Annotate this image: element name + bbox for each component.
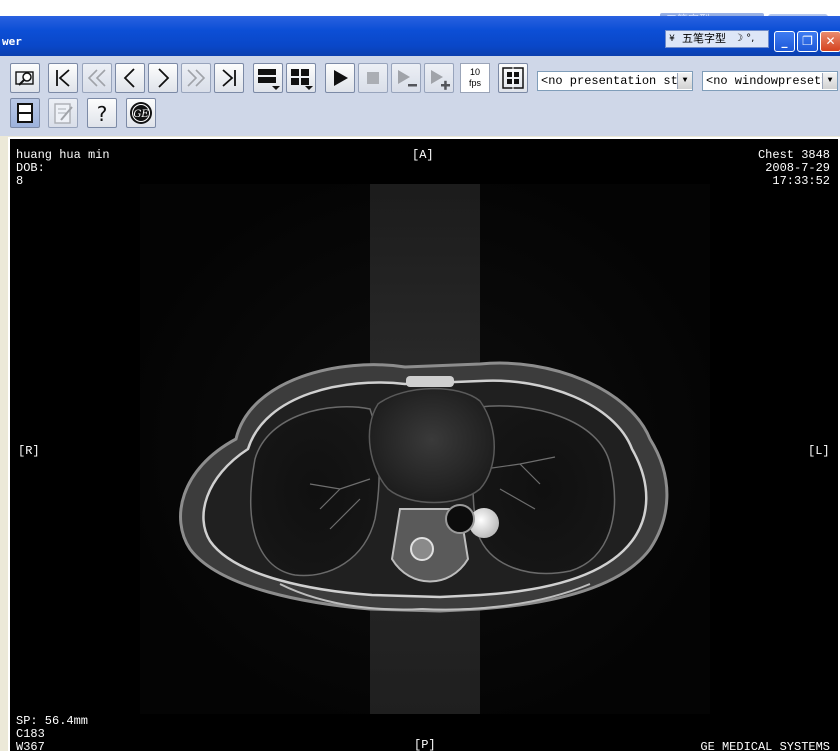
chevron-down-icon[interactable]: ▼ — [677, 73, 692, 89]
grid-menu-button[interactable] — [286, 63, 316, 93]
ge-logo-button[interactable]: GE — [126, 98, 156, 128]
fps-unit: fps — [468, 78, 481, 88]
close-button[interactable]: ✕ — [820, 31, 840, 52]
ime-toggle-icon[interactable]: ¥ — [666, 31, 678, 47]
first-image-icon — [56, 69, 70, 87]
ime-mode-label[interactable]: 五笔字型 — [678, 31, 730, 47]
image-viewport[interactable]: huang hua min DOB: 8 [A] [R] [L] [P] Che… — [8, 137, 840, 751]
settings-button[interactable] — [498, 63, 528, 93]
help-icon: ? — [97, 102, 108, 126]
fast-back-icon — [87, 69, 106, 87]
image-number: 8 — [16, 174, 24, 188]
manufacturer-label: GE MEDICAL SYSTEMS — [700, 740, 830, 751]
window-title: wer — [2, 35, 22, 48]
slice-position: SP: 56.4mm — [16, 714, 89, 728]
next-button[interactable] — [148, 63, 178, 93]
layout-menu-button[interactable] — [253, 63, 283, 93]
fast-back-button[interactable] — [82, 63, 112, 93]
study-description: Chest 3848 — [757, 148, 830, 162]
window-preset-value: <no windowpreset> — [706, 74, 829, 88]
fast-forward-button[interactable] — [181, 63, 211, 93]
ime-status-bar[interactable]: ¥ 五笔字型 ☽ °, — [665, 30, 769, 48]
orientation-top: [A] — [412, 148, 434, 162]
last-image-icon — [222, 69, 236, 87]
next-icon — [158, 68, 170, 88]
window-preset-select[interactable]: <no windowpreset> ▼ — [702, 71, 838, 91]
report-button[interactable] — [48, 98, 78, 128]
fps-value: 10 — [469, 67, 480, 77]
svg-text:GE: GE — [133, 109, 149, 120]
window-width: W367 — [16, 740, 45, 751]
ge-logo-icon: GE — [130, 102, 152, 124]
frame-rate-display[interactable]: 10 fps — [460, 63, 490, 93]
orientation-left: [R] — [18, 444, 40, 458]
previous-icon — [123, 68, 135, 88]
play-button[interactable] — [325, 63, 355, 93]
patient-dob: DOB: — [16, 161, 45, 175]
maximize-button[interactable]: ❐ — [797, 31, 818, 52]
mri-chest-axial-image[interactable] — [10, 139, 838, 751]
stop-icon — [367, 72, 379, 84]
orientation-bottom: [P] — [414, 738, 436, 751]
orientation-right: [L] — [808, 444, 830, 458]
magnify-button[interactable] — [10, 63, 40, 93]
first-image-button[interactable] — [48, 63, 78, 93]
report-icon — [54, 103, 73, 124]
slower-button[interactable] — [391, 63, 421, 93]
study-time: 17:33:52 — [772, 174, 830, 188]
film-button[interactable] — [10, 98, 40, 128]
help-button[interactable]: ? — [87, 98, 117, 128]
presentation-state-select[interactable]: <no presentation st: ▼ — [537, 71, 693, 91]
slower-icon — [398, 70, 417, 87]
grid-menu-icon — [291, 69, 313, 90]
svg-text:?: ? — [97, 102, 108, 126]
layout-menu-icon — [258, 69, 280, 90]
settings-icon — [502, 66, 524, 90]
ime-punctuation-icon[interactable]: ☽ °, — [730, 31, 754, 47]
previous-button[interactable] — [115, 63, 145, 93]
last-image-button[interactable] — [214, 63, 244, 93]
film-icon — [17, 103, 33, 123]
presentation-state-value: <no presentation st: — [541, 74, 686, 88]
window-center: C183 — [16, 727, 45, 741]
faster-button[interactable] — [424, 63, 454, 93]
patient-name: huang hua min — [16, 148, 110, 162]
chevron-down-icon[interactable]: ▼ — [822, 73, 837, 89]
magnify-icon — [15, 71, 34, 86]
play-icon — [334, 70, 348, 86]
study-date: 2008-7-29 — [765, 161, 830, 175]
fast-forward-icon — [187, 69, 206, 87]
minimize-button[interactable]: _ — [774, 31, 795, 52]
faster-icon — [431, 70, 450, 90]
stop-button[interactable] — [358, 63, 388, 93]
